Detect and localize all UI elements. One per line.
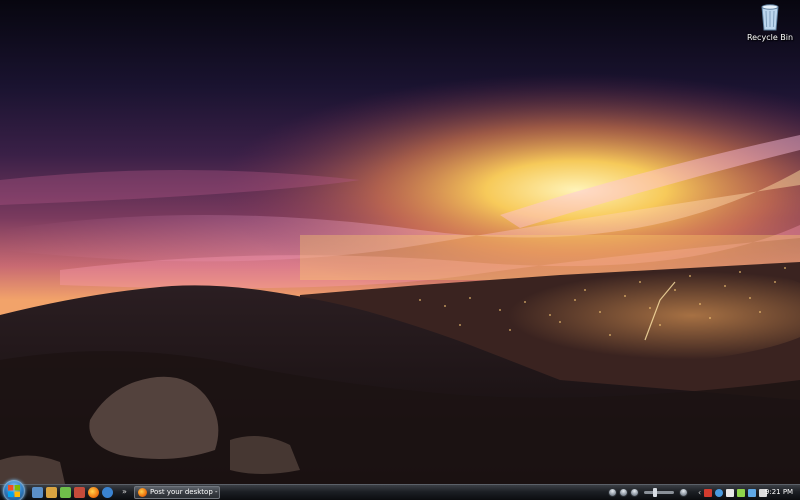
volume-slider-knob[interactable] (653, 488, 658, 497)
switch-windows-icon[interactable] (46, 487, 57, 498)
taskbar-button-firefox[interactable]: Post your desktop - ... (134, 486, 220, 499)
start-button[interactable] (3, 480, 25, 500)
messenger-icon[interactable] (715, 489, 724, 497)
recycle-bin-icon (761, 4, 779, 31)
desktop[interactable]: Recycle Bin » Post your desktop - ... ‹ … (0, 0, 800, 500)
next-icon[interactable] (679, 488, 688, 497)
desktop-icon-recycle-bin[interactable]: Recycle Bin (745, 0, 795, 43)
stop-icon[interactable] (608, 488, 617, 497)
taskbar-button-label: Post your desktop - ... (150, 488, 220, 496)
windows-logo-icon (8, 485, 20, 497)
network-icon[interactable] (748, 489, 757, 497)
app-icon[interactable] (60, 487, 71, 498)
volume-slider[interactable] (644, 488, 674, 497)
update-icon[interactable] (737, 489, 746, 497)
firefox-icon[interactable] (88, 487, 99, 498)
mail-icon[interactable] (726, 489, 735, 497)
firefox-icon (138, 488, 147, 497)
tray-expand-button[interactable]: ‹ (698, 488, 701, 498)
antivirus-icon[interactable] (704, 489, 713, 497)
taskbar-clock[interactable]: 9:21 PM (762, 487, 796, 498)
quick-launch-more-button[interactable]: » (122, 486, 127, 498)
app-icon[interactable] (74, 487, 85, 498)
pause-icon[interactable] (619, 488, 628, 497)
previous-icon[interactable] (630, 488, 639, 497)
media-player-toolbar (608, 486, 694, 499)
show-desktop-icon[interactable] (32, 487, 43, 498)
notification-area: ‹ (698, 487, 768, 499)
wallpaper-sunset-city (0, 0, 800, 484)
app-icon[interactable] (102, 487, 113, 498)
quick-launch-bar (32, 487, 113, 499)
desktop-icon-label: Recycle Bin (746, 33, 794, 42)
taskbar: » Post your desktop - ... ‹ 9:21 PM (0, 480, 800, 500)
